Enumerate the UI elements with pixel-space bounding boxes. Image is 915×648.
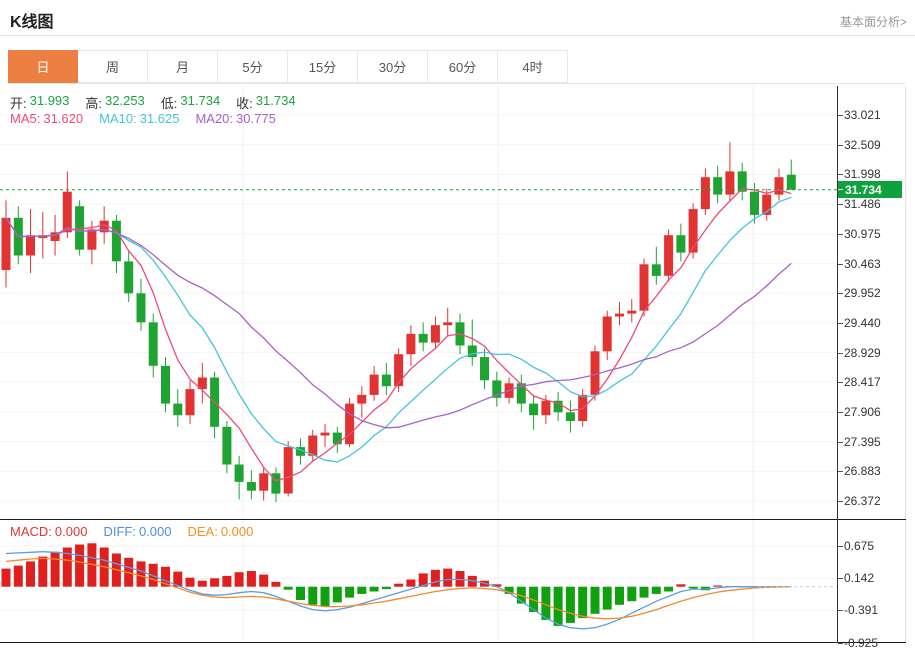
- current-price-tag: 31.734: [838, 181, 902, 198]
- tab-15分[interactable]: 15分: [288, 50, 358, 83]
- macd-bottom-border: [0, 642, 906, 643]
- y-axis-tick: 0.675: [838, 539, 874, 553]
- ohlc-legend: 开: 31.993 高: 32.253 低: 31.734 收: 31.734: [10, 93, 296, 112]
- y-axis-tick: 27.906: [838, 405, 881, 419]
- legend-item: 开: 31.993: [10, 93, 70, 111]
- tab-5分[interactable]: 5分: [218, 50, 288, 83]
- tag-value: 31.734: [845, 182, 882, 197]
- kline-page: K线图 基本面分析> 日周月 5分 15分 30分 60分 4时 开: 31.993 高: 32…: [0, 0, 915, 648]
- y-axis-tick: 28.417: [838, 375, 881, 389]
- y-axis-tick: 30.975: [838, 227, 881, 241]
- legend-item: 收: 31.734: [236, 93, 296, 111]
- chart-right-border: [905, 86, 906, 643]
- macd-legend: MACD: 0.000 DIFF: 0.000 DEA: 0.000: [10, 524, 253, 539]
- tab-strip: 日周月 5分 15分 30分 60分 4时: [8, 50, 905, 84]
- y-axis-tick: 27.395: [838, 435, 881, 449]
- legend-item: MA5: 31.620: [10, 111, 84, 126]
- tab-日[interactable]: 日: [8, 50, 78, 83]
- y-axis-tick: 31.486: [838, 197, 881, 211]
- tab-30分[interactable]: 30分: [358, 50, 428, 83]
- y-axis-tick: -0.925: [838, 636, 878, 648]
- ma-legend: MA5: 31.620 MA10: 31.625 MA20: 30.775: [10, 111, 276, 126]
- y-axis-tick: 30.463: [838, 257, 881, 271]
- page-title: K线图: [10, 14, 54, 31]
- fundamental-analysis-link[interactable]: 基本面分析>: [840, 13, 907, 30]
- tab-周[interactable]: 周: [78, 50, 148, 83]
- tab-4时[interactable]: 4时: [498, 50, 568, 83]
- tab-60分[interactable]: 60分: [428, 50, 498, 83]
- tag-tick-dash: [838, 189, 843, 190]
- y-axis-tick: 32.509: [838, 138, 881, 152]
- y-axis-tick: 29.952: [838, 286, 881, 300]
- legend-item: 高: 32.253: [85, 93, 145, 111]
- main-chart-canvas[interactable]: [0, 86, 837, 519]
- legend-item: 低: 31.734: [160, 93, 221, 111]
- legend-item: DEA: 0.000: [187, 524, 254, 539]
- y-axis-tick: 0.142: [838, 571, 874, 585]
- legend-item: MACD: 0.000: [10, 524, 88, 539]
- candlestick-svg[interactable]: [0, 86, 837, 519]
- y-axis-tick: -0.391: [838, 603, 878, 617]
- legend-item: MA20: 30.775: [195, 111, 276, 126]
- y-axis-tick: 33.021: [838, 108, 881, 122]
- y-axis-tick: 26.372: [838, 494, 881, 508]
- y-axis-tick: 31.998: [838, 167, 881, 181]
- tab-月[interactable]: 月: [148, 50, 218, 83]
- legend-item: MA10: 31.625: [99, 111, 180, 126]
- y-axis-tick: 29.440: [838, 316, 881, 330]
- main-chart-bottom-border: [0, 519, 906, 520]
- legend-item: DIFF: 0.000: [103, 524, 172, 539]
- header-divider: [0, 35, 915, 36]
- y-axis-tick: 28.929: [838, 346, 881, 360]
- y-axis-tick: 26.883: [838, 464, 881, 478]
